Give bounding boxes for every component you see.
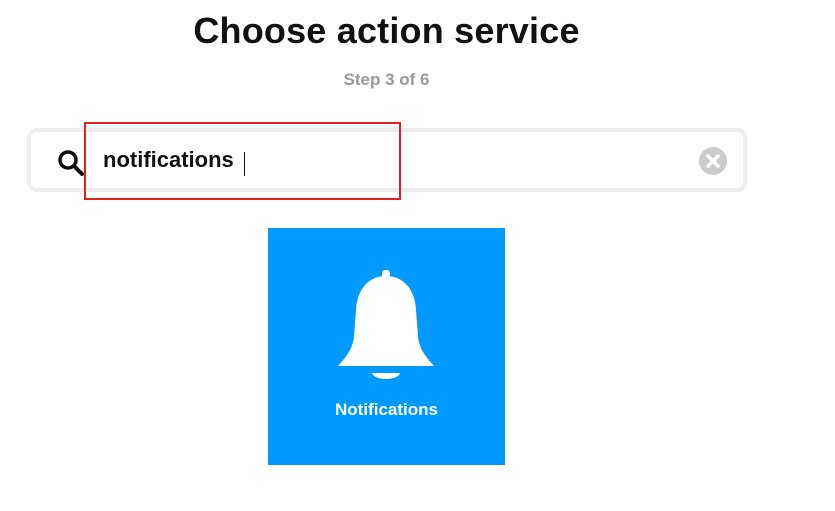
- search-icon: [58, 150, 84, 176]
- text-caret: [244, 152, 245, 176]
- search-bar[interactable]: [27, 128, 747, 192]
- service-tile-notifications[interactable]: Notifications: [268, 228, 505, 465]
- search-input[interactable]: [103, 142, 683, 178]
- service-tile-label: Notifications: [335, 400, 438, 419]
- page-title: Choose action service: [193, 10, 580, 51]
- clear-icon[interactable]: [699, 147, 727, 175]
- page: Choose action service Step 3 of 6 Notifi…: [0, 0, 835, 511]
- bell-icon: [338, 270, 434, 379]
- step-indicator: Step 3 of 6: [343, 70, 430, 89]
